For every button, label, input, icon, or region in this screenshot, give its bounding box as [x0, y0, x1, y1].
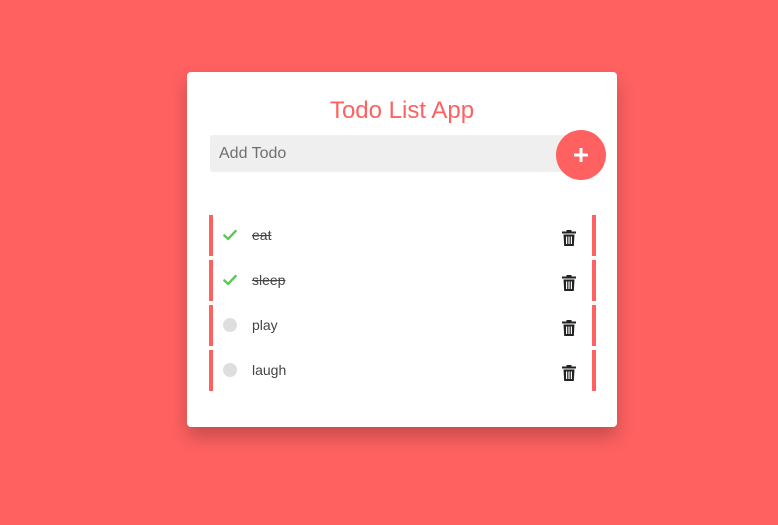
- check-icon: [223, 229, 237, 241]
- todo-item: play: [209, 305, 596, 346]
- toggle-complete[interactable]: [223, 273, 237, 287]
- todo-item: eat: [209, 215, 596, 256]
- check-icon: [223, 274, 237, 286]
- add-todo-button[interactable]: [556, 130, 606, 180]
- trash-icon[interactable]: [562, 230, 576, 246]
- toggle-complete[interactable]: [223, 228, 237, 242]
- todo-text: sleep: [252, 272, 286, 288]
- app-title: Todo List App: [329, 97, 475, 124]
- toggle-complete[interactable]: [223, 363, 237, 377]
- todo-list: eat sleep play laugh: [209, 215, 596, 395]
- trash-icon[interactable]: [562, 320, 576, 336]
- todo-item: laugh: [209, 350, 596, 391]
- todo-card: Todo List App eat: [187, 72, 617, 427]
- circle-icon: [223, 318, 237, 332]
- plus-icon: [574, 148, 588, 162]
- todo-text: laugh: [252, 362, 287, 378]
- toggle-complete[interactable]: [223, 318, 237, 332]
- trash-icon[interactable]: [562, 365, 576, 381]
- todo-item: sleep: [209, 260, 596, 301]
- todo-text: eat: [252, 227, 272, 243]
- todo-text: play: [252, 317, 278, 333]
- add-todo-input[interactable]: [210, 135, 570, 172]
- circle-icon: [223, 363, 237, 377]
- trash-icon[interactable]: [562, 275, 576, 291]
